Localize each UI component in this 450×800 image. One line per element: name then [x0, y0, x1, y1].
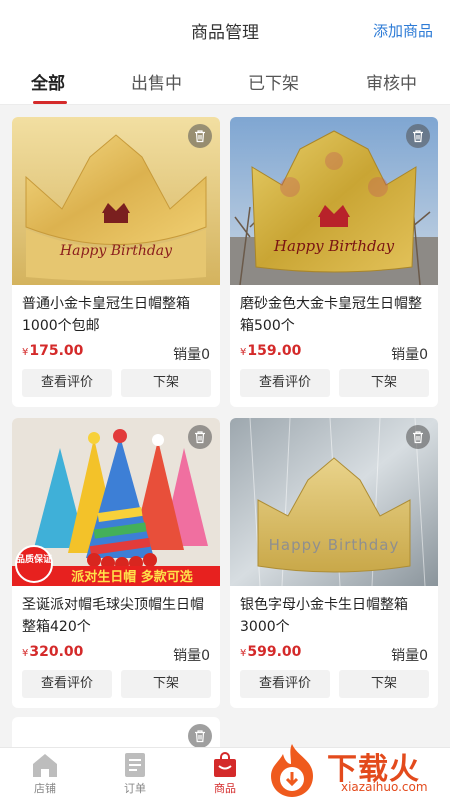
delete-icon[interactable] [406, 124, 430, 148]
product-price: ¥159.00 [240, 343, 301, 359]
view-reviews-button[interactable]: 查看评价 [22, 670, 112, 698]
sales-count: 销量0 [391, 347, 428, 363]
delete-icon[interactable] [188, 724, 212, 748]
price-value: 320.00 [29, 644, 84, 660]
take-off-shelf-button[interactable]: 下架 [121, 369, 211, 397]
top-bar: 商品管理 添加商品 [0, 0, 450, 57]
delete-icon[interactable] [406, 425, 430, 449]
currency-symbol: ¥ [240, 347, 247, 358]
sales-count: 销量0 [391, 648, 428, 664]
take-off-shelf-button[interactable]: 下架 [121, 670, 211, 698]
tab-all[interactable]: 全部 [31, 69, 65, 94]
flame-logo-icon [271, 744, 313, 797]
order-icon [125, 753, 145, 777]
delete-icon[interactable] [188, 124, 212, 148]
tab-on-sale[interactable]: 出售中 [131, 69, 182, 94]
product-name: 银色字母小金卡生日帽整箱3000个 [240, 597, 408, 635]
nav-orders[interactable]: 订单 [105, 752, 165, 796]
take-off-shelf-button[interactable]: 下架 [339, 369, 429, 397]
product-price: ¥320.00 [22, 644, 83, 660]
active-tab-indicator [33, 101, 67, 104]
store-icon [33, 754, 57, 777]
view-reviews-button[interactable]: 查看评价 [240, 670, 330, 698]
image-caption: Happy Birthday [59, 243, 173, 259]
sales-count: 销量0 [173, 347, 210, 363]
price-value: 599.00 [247, 644, 302, 660]
product-price: ¥175.00 [22, 343, 83, 359]
watermark-url: xiazaihuo.com [341, 780, 428, 794]
product-card[interactable]: Happy Birthday 磨砂金色大金卡皇冠生日帽整箱500个 ¥159.0… [230, 117, 438, 407]
nav-label: 店铺 [34, 782, 56, 795]
image-caption: Happy Birthday [273, 237, 395, 255]
view-reviews-button[interactable]: 查看评价 [240, 369, 330, 397]
price-value: 175.00 [29, 343, 84, 359]
nav-goods[interactable]: 商品 [195, 752, 255, 796]
product-card[interactable]: Happy Birthday 普通小金卡皇冠生日帽整箱1000个包邮 ¥175.… [12, 117, 220, 407]
product-name: 普通小金卡皇冠生日帽整箱1000个包邮 [22, 296, 190, 334]
currency-symbol: ¥ [22, 347, 29, 358]
delete-icon[interactable] [188, 425, 212, 449]
nav-store[interactable]: 店铺 [15, 752, 75, 796]
image-caption: Happy Birthday [269, 536, 400, 554]
add-product-button[interactable]: 添加商品 [373, 20, 433, 41]
tab-off-shelf[interactable]: 已下架 [248, 69, 299, 94]
goods-bag-icon [214, 752, 236, 777]
product-card[interactable]: Happy Birthday 银色字母小金卡生日帽整箱3000个 ¥599.00… [230, 418, 438, 708]
take-off-shelf-button[interactable]: 下架 [339, 670, 429, 698]
product-name: 圣诞派对帽毛球尖顶帽生日帽整箱420个 [22, 597, 204, 635]
tab-under-review[interactable]: 审核中 [366, 69, 417, 94]
currency-symbol: ¥ [22, 648, 29, 659]
product-name: 磨砂金色大金卡皇冠生日帽整箱500个 [240, 296, 422, 334]
nav-label: 订单 [124, 782, 146, 795]
nav-label: 商品 [214, 782, 236, 795]
price-value: 159.00 [247, 343, 302, 359]
status-tabs: 全部 出售中 已下架 审核中 [0, 57, 450, 105]
quality-badge: 品质保证 [16, 553, 52, 565]
product-price: ¥599.00 [240, 644, 301, 660]
image-caption: 派对生日帽 多款可选 [71, 569, 193, 585]
sales-count: 销量0 [173, 648, 210, 664]
product-card[interactable]: 品质保证 派对生日帽 多款可选 圣诞派对帽毛球尖顶帽生日帽整箱420个 ¥320… [12, 418, 220, 708]
currency-symbol: ¥ [240, 648, 247, 659]
site-watermark: 下载火 xiazaihuo.com [261, 742, 446, 798]
view-reviews-button[interactable]: 查看评价 [22, 369, 112, 397]
